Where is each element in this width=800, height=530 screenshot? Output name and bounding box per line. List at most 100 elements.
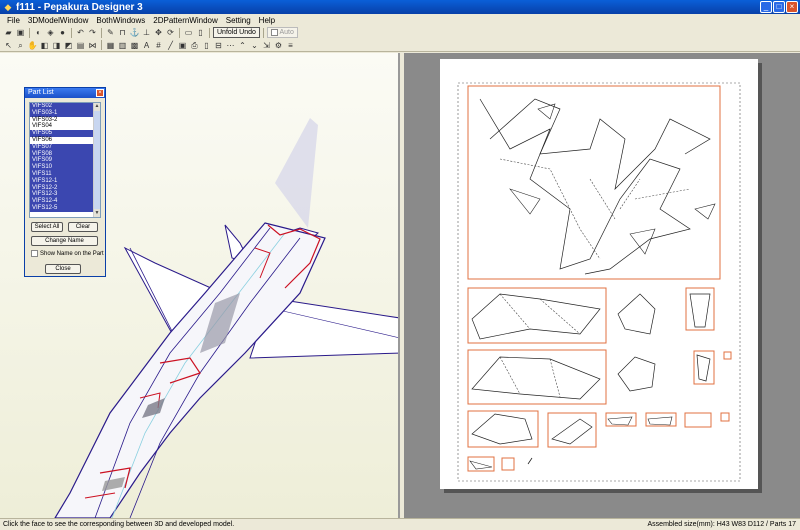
status-info: Assembled size(mm): H43 W83 D112 / Parts… — [647, 521, 796, 528]
part-list-item[interactable]: VIFS12-4 — [30, 198, 100, 205]
print-icon[interactable]: ⎙ — [189, 40, 200, 51]
part-group-row3[interactable] — [467, 349, 732, 405]
join-icon[interactable]: ⋈ — [87, 40, 98, 51]
page-icon[interactable]: ▯ — [201, 40, 212, 51]
part-list-dialog: Part List × VIFS02 VIFS03-1 VIFS03-2 VIFS04… — [24, 87, 106, 277]
lock-icon[interactable]: ⊟ — [213, 40, 224, 51]
part-group-large[interactable] — [467, 85, 721, 280]
mountain-icon[interactable]: ⌃ — [237, 40, 248, 51]
menu-bar: File 3DModelWindow BothWindows 2DPattern… — [0, 14, 800, 26]
grid-icon[interactable]: ▩ — [129, 40, 140, 51]
show-name-checkbox[interactable]: Show Name on the Part — [31, 250, 104, 257]
show-edges-icon[interactable]: ▤ — [75, 40, 86, 51]
redo-icon[interactable]: ↷ — [87, 27, 98, 38]
window-single-icon[interactable]: ▭ — [183, 27, 194, 38]
close-button[interactable]: × — [786, 1, 798, 13]
part-list-item[interactable]: VIFS09 — [30, 157, 100, 165]
minimize-button[interactable]: _ — [760, 1, 772, 13]
cut-line-icon[interactable]: ⋯ — [225, 40, 236, 51]
texture-icon[interactable]: ◈ — [45, 27, 56, 38]
text-icon[interactable]: A — [141, 40, 152, 51]
part-list-item[interactable]: VIFS11 — [30, 170, 100, 178]
part-list-item[interactable]: VIFS12-2 — [30, 184, 100, 192]
model-3d-view[interactable]: Part List × VIFS02 VIFS03-1 VIFS03-2 VIFS04… — [0, 53, 400, 518]
part-list-item[interactable]: VIFS07 — [30, 143, 100, 151]
part-list-item[interactable]: VIFS03-2 — [30, 116, 100, 124]
pencil-icon[interactable]: ✎ — [105, 27, 116, 38]
part-group-row5[interactable] — [467, 456, 533, 472]
line-icon[interactable]: ╱ — [165, 40, 176, 51]
menu-both-windows[interactable]: BothWindows — [92, 16, 149, 25]
menu-3d-model-window[interactable]: 3DModelWindow — [24, 16, 92, 25]
edge-icon[interactable]: ◨ — [51, 40, 62, 51]
select-all-button[interactable]: Select All — [31, 222, 63, 232]
clear-button[interactable]: Clear — [68, 222, 98, 232]
window-title: f111 - Pepakura Designer 3 — [16, 1, 143, 13]
menu-2d-pattern-window[interactable]: 2DPatternWindow — [149, 16, 221, 25]
window-split-icon[interactable]: ▯ — [195, 27, 206, 38]
print-area — [457, 82, 741, 482]
toolbar-separator — [262, 27, 264, 38]
auto-checkbox[interactable]: Auto — [266, 27, 298, 38]
unfolded-pattern[interactable] — [440, 59, 758, 489]
save-icon[interactable]: ▣ — [15, 27, 26, 38]
fold-icon[interactable]: ⊓ — [117, 27, 128, 38]
light-icon[interactable]: ◐ — [33, 27, 44, 38]
part-list-item[interactable]: VIFS04 — [30, 123, 100, 131]
part-list-close-button[interactable]: Close — [45, 264, 81, 274]
part-list-item[interactable]: VIFS08 — [30, 150, 100, 158]
scroll-down-icon[interactable]: ▼ — [94, 210, 100, 217]
arrange-icon[interactable]: ▥ — [117, 40, 128, 51]
unfold-undo-button[interactable]: Unfold Undo — [213, 27, 260, 38]
menu-file[interactable]: File — [3, 16, 24, 25]
open-icon[interactable]: ▰ — [3, 27, 14, 38]
cursor-icon[interactable]: ↖ — [3, 40, 14, 51]
part-group-row2[interactable] — [467, 287, 715, 344]
part-list-box[interactable]: VIFS02 VIFS03-1 VIFS03-2 VIFS04 VIFS05 VIFS06… — [29, 102, 101, 218]
toolbar-separator — [71, 27, 72, 38]
part-list-titlebar[interactable]: Part List × — [25, 88, 105, 98]
face-icon[interactable]: ◩ — [63, 40, 74, 51]
image-icon[interactable]: ▣ — [177, 40, 188, 51]
part-list-item[interactable]: VIFS02 — [30, 103, 100, 110]
undo-icon[interactable]: ↶ — [75, 27, 86, 38]
title-bar: ◆ f111 - Pepakura Designer 3 _ □ × — [0, 0, 800, 14]
rotate-icon[interactable]: ⟳ — [165, 27, 176, 38]
settings-icon[interactable]: ⚙ — [273, 40, 284, 51]
color-icon[interactable]: ● — [57, 27, 68, 38]
part-list-item[interactable]: VIFS12-1 — [30, 177, 100, 185]
number-icon[interactable]: # — [153, 40, 164, 51]
zoom-icon[interactable]: ⌕ — [15, 40, 26, 51]
part-list-scrollbar[interactable]: ▲ ▼ — [93, 103, 100, 217]
part-list-item[interactable]: VIFS12-3 — [30, 191, 100, 199]
anchor-icon[interactable]: ⚓ — [129, 27, 140, 38]
part-list-item[interactable]: VIFS03-1 — [30, 109, 100, 117]
unfold-icon[interactable]: ⇲ — [261, 40, 272, 51]
part-list-title: Part List — [28, 89, 54, 96]
move-icon[interactable]: ✥ — [153, 27, 164, 38]
part-group-row4[interactable] — [467, 410, 730, 448]
parts-icon[interactable]: ▦ — [105, 40, 116, 51]
show-name-check-icon — [31, 250, 38, 257]
cube-icon[interactable]: ◧ — [39, 40, 50, 51]
part-list-item[interactable]: VIFS06 — [30, 136, 100, 144]
layer-icon[interactable]: ≡ — [285, 40, 296, 51]
paper-page — [440, 59, 758, 489]
maximize-button[interactable]: □ — [773, 1, 785, 13]
auto-label: Auto — [279, 29, 294, 36]
scroll-up-icon[interactable]: ▲ — [94, 103, 100, 110]
pattern-2d-view[interactable] — [404, 53, 800, 518]
part-list-item[interactable]: VIFS12-5 — [30, 204, 100, 212]
part-list-item[interactable]: VIFS05 — [30, 130, 100, 137]
part-list-item[interactable]: VIFS10 — [30, 164, 100, 171]
flap-icon[interactable]: ⊥ — [141, 27, 152, 38]
change-name-button[interactable]: Change Name — [31, 236, 98, 246]
pepakura-icon: ◆ — [4, 2, 12, 12]
menu-help[interactable]: Help — [255, 16, 279, 25]
part-list-close-icon[interactable]: × — [96, 89, 104, 97]
pan-icon[interactable]: ✋ — [27, 40, 38, 51]
status-bar: Click the face to see the corresponding … — [0, 518, 800, 530]
valley-icon[interactable]: ⌄ — [249, 40, 260, 51]
menu-setting[interactable]: Setting — [222, 16, 255, 25]
scroll-thumb[interactable] — [94, 111, 100, 209]
